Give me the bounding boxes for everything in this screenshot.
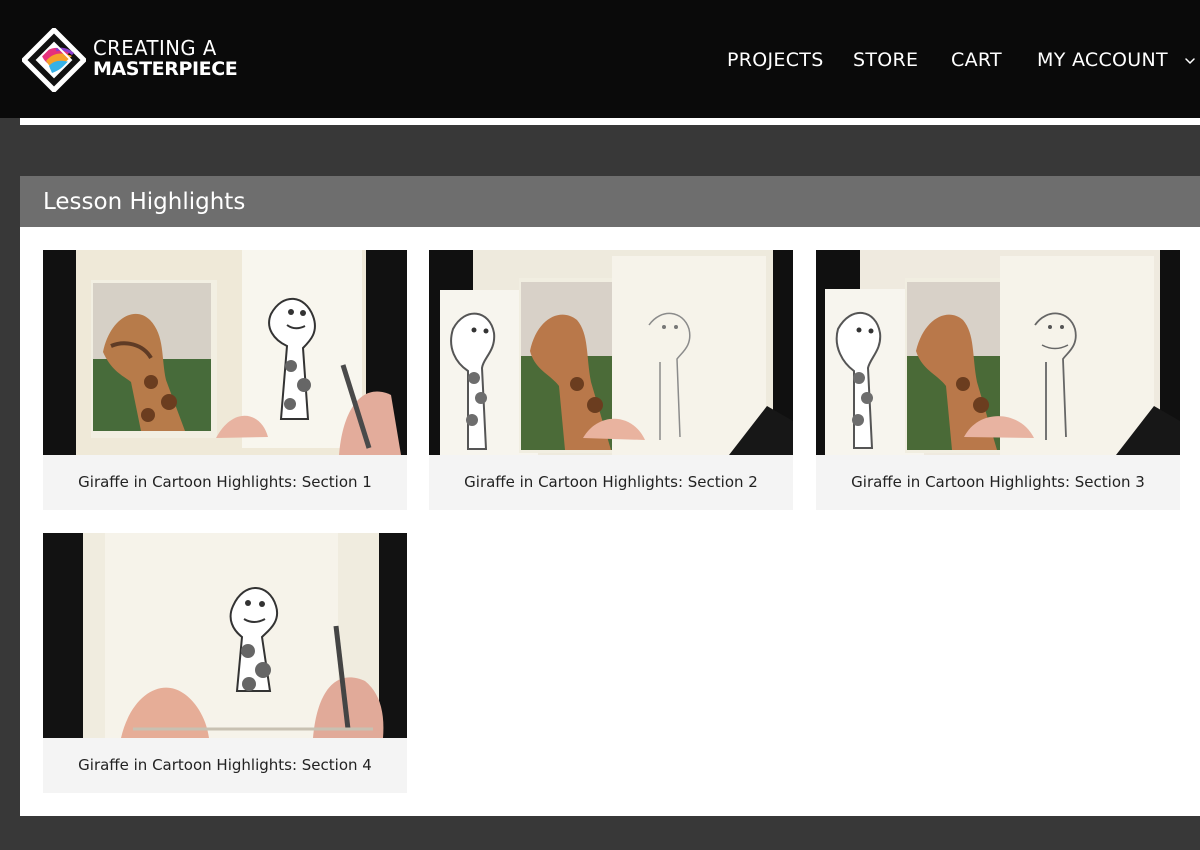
- lesson-card-section-2[interactable]: Giraffe in Cartoon Highlights: Section 2: [429, 250, 793, 510]
- chevron-down-icon: [1185, 57, 1196, 64]
- lesson-card-caption: Giraffe in Cartoon Highlights: Section 2: [464, 473, 758, 491]
- nav-my-account-label: MY ACCOUNT: [1037, 49, 1168, 71]
- brand-logo-link[interactable]: CREATING A MASTERPIECE: [22, 28, 238, 92]
- nav-cart-link[interactable]: CART: [951, 48, 1002, 72]
- lesson-card-caption: Giraffe in Cartoon Highlights: Section 3: [851, 473, 1145, 491]
- section-header: Lesson Highlights: [20, 176, 1200, 227]
- brand-line-1: CREATING A: [93, 36, 217, 60]
- paint-splash-logo-icon: [22, 28, 86, 92]
- lesson-card-section-1[interactable]: Giraffe in Cartoon Highlights: Section 1: [43, 250, 407, 510]
- nav-store-link[interactable]: STORE: [853, 48, 918, 72]
- lesson-thumbnail-section-4[interactable]: [43, 533, 407, 738]
- top-navigation-bar: CREATING A MASTERPIECE PROJECTS STORE CA…: [0, 0, 1200, 118]
- giraffe-drawing-image: [429, 250, 793, 455]
- lesson-card-caption: Giraffe in Cartoon Highlights: Section 4: [78, 756, 372, 774]
- lesson-card-section-3[interactable]: Giraffe in Cartoon Highlights: Section 3: [816, 250, 1180, 510]
- lesson-thumbnail-section-2[interactable]: [429, 250, 793, 455]
- section-title: Lesson Highlights: [43, 189, 246, 215]
- nav-my-account-menu[interactable]: MY ACCOUNT: [1037, 48, 1196, 72]
- lesson-highlights-panel: Lesson Highlights Giraffe in Cartoon Hig…: [20, 176, 1200, 816]
- lesson-thumbnail-section-3[interactable]: [816, 250, 1180, 455]
- giraffe-drawing-image: [816, 250, 1180, 455]
- content-top-divider: [20, 118, 1200, 125]
- giraffe-drawing-image: [43, 250, 407, 455]
- lesson-card-caption: Giraffe in Cartoon Highlights: Section 1: [78, 473, 372, 491]
- nav-projects-link[interactable]: PROJECTS: [727, 48, 824, 72]
- brand-line-2: MASTERPIECE: [93, 58, 238, 80]
- lesson-card-section-4[interactable]: Giraffe in Cartoon Highlights: Section 4: [43, 533, 407, 793]
- brand-wordmark: CREATING A MASTERPIECE: [93, 36, 238, 80]
- lesson-thumbnail-section-1[interactable]: [43, 250, 407, 455]
- giraffe-drawing-image: [43, 533, 407, 738]
